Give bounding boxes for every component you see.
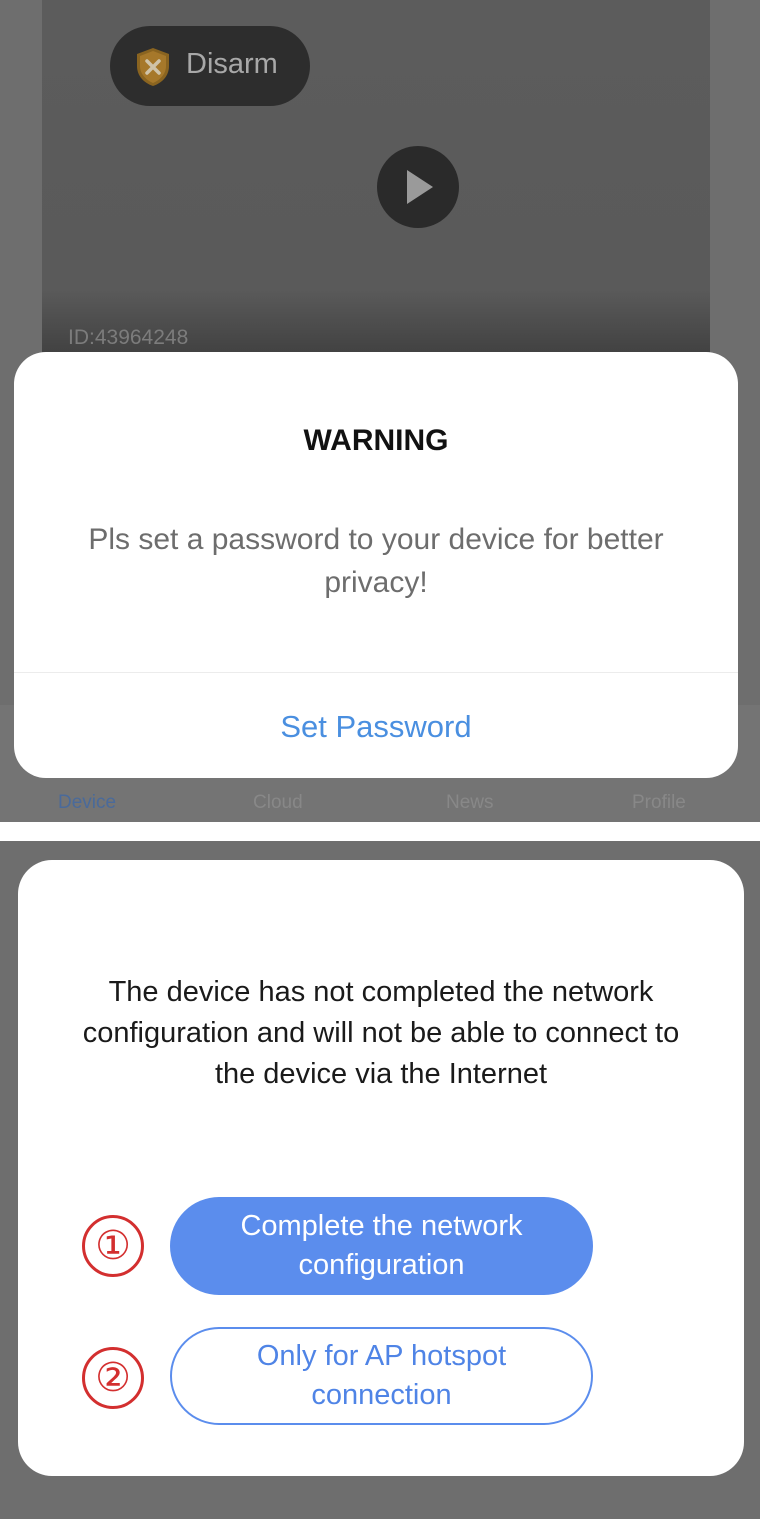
network-config-dialog: The device has not completed the network… <box>18 860 744 1476</box>
tab-news-label: News <box>446 792 494 813</box>
device-id-label: ID:43964248 <box>68 326 189 349</box>
dialog-message: Pls set a password to your device for be… <box>88 523 664 599</box>
step-marker-2: ② <box>82 1347 144 1409</box>
tab-cloud-label: Cloud <box>253 792 303 813</box>
complete-network-configuration-button[interactable]: Complete the network configuration <box>170 1197 593 1295</box>
warning-dialog: WARNING Pls set a password to your devic… <box>14 352 738 778</box>
step-marker-1: ① <box>82 1215 144 1277</box>
dialog-message: The device has not completed the network… <box>82 976 680 1090</box>
button-label: Complete the network configuration <box>240 1210 523 1281</box>
disarm-label: Disarm <box>186 48 278 80</box>
network-config-screen: The device has not completed the network… <box>0 841 760 1519</box>
button-label: Only for AP hotspot connection <box>256 1340 507 1411</box>
disarm-button[interactable]: Disarm <box>110 26 310 106</box>
play-button[interactable] <box>377 146 459 228</box>
shield-icon <box>137 48 169 86</box>
dialog-title: WARNING <box>303 424 449 457</box>
camera-screen: Disarm ID:43964248 Device Cloud News Pro… <box>0 0 760 822</box>
play-icon <box>407 170 433 204</box>
tab-device-label: Device <box>58 792 117 813</box>
set-password-button[interactable]: Set Password <box>14 673 738 778</box>
tab-profile-label: Profile <box>632 792 686 813</box>
ap-hotspot-connection-button[interactable]: Only for AP hotspot connection <box>170 1327 593 1425</box>
